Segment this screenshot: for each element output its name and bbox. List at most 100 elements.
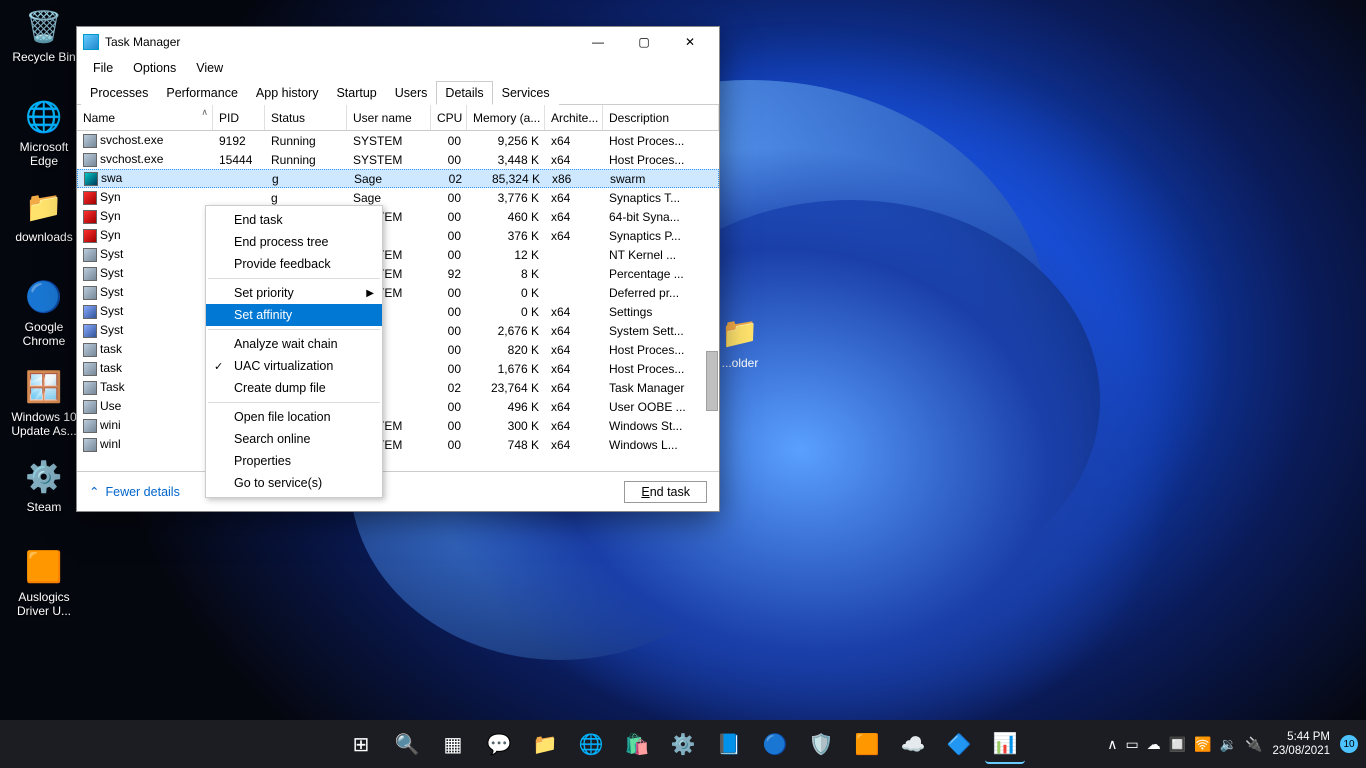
table-row[interactable]: winigSYSTEM00300 Kx64Windows St... <box>77 416 719 435</box>
taskbar-swarm[interactable]: 🔷 <box>939 724 979 764</box>
tray-icon[interactable]: ∧ <box>1107 736 1117 752</box>
taskbar-security[interactable]: 🛡️ <box>801 724 841 764</box>
context-create-dump-file[interactable]: Create dump file <box>206 377 382 399</box>
tab-app-history[interactable]: App history <box>247 81 328 105</box>
process-icon <box>83 400 97 414</box>
tab-performance[interactable]: Performance <box>157 81 247 105</box>
column-header-memorya[interactable]: Memory (a... <box>467 105 545 130</box>
notification-badge[interactable]: 10 <box>1340 735 1358 753</box>
table-row[interactable]: taskgSage001,676 Kx64Host Proces... <box>77 359 719 378</box>
context-go-to-service-s-[interactable]: Go to service(s) <box>206 472 382 494</box>
table-row[interactable]: TaskgSage0223,764 Kx64Task Manager <box>77 378 719 397</box>
taskbar-start[interactable]: ⊞ <box>341 724 381 764</box>
auslogics-icon: 🟧 <box>23 546 65 588</box>
table-row[interactable]: svchost.exe9192RunningSYSTEM009,256 Kx64… <box>77 131 719 150</box>
table-row[interactable]: SystgSYSTEM928 KPercentage ... <box>77 264 719 283</box>
table-row[interactable]: UsegSage00496 Kx64User OOBE ... <box>77 397 719 416</box>
task-manager-window: Task Manager — ▢ ✕ FileOptionsView Proce… <box>76 26 720 512</box>
taskbar-store[interactable]: 🛍️ <box>617 724 657 764</box>
tray-icon[interactable]: ☁ <box>1147 736 1161 752</box>
desktop-icon-chrome[interactable]: 🔵Google Chrome <box>6 276 82 356</box>
end-task-button[interactable]: End task <box>624 481 707 503</box>
taskbar-chrome[interactable]: 🔵 <box>755 724 795 764</box>
minimize-button[interactable]: — <box>575 27 621 57</box>
desktop-icon-downloads[interactable]: 📁downloads <box>6 186 82 266</box>
menu-options[interactable]: Options <box>123 59 186 77</box>
column-header-username[interactable]: User name <box>347 105 431 130</box>
process-icon <box>83 229 97 243</box>
context-provide-feedback[interactable]: Provide feedback <box>206 253 382 275</box>
titlebar[interactable]: Task Manager — ▢ ✕ <box>77 27 719 57</box>
table-row[interactable]: SystgSYSTEM0012 KNT Kernel ... <box>77 245 719 264</box>
table-row[interactable]: SyngSage00376 Kx64Synaptics P... <box>77 226 719 245</box>
context-set-priority[interactable]: Set priority▶ <box>206 282 382 304</box>
desktop-icon-steam[interactable]: ⚙️Steam <box>6 456 82 536</box>
column-header-status[interactable]: Status <box>265 105 347 130</box>
tab-services[interactable]: Services <box>493 81 559 105</box>
tab-startup[interactable]: Startup <box>327 81 385 105</box>
menu-bar: FileOptionsView <box>77 57 719 79</box>
grid-body[interactable]: svchost.exe9192RunningSYSTEM009,256 Kx64… <box>77 131 719 485</box>
taskbar-edge[interactable]: 🌐 <box>571 724 611 764</box>
separator <box>208 402 380 403</box>
tray-icon[interactable]: 🛜 <box>1194 736 1211 752</box>
context-properties[interactable]: Properties <box>206 450 382 472</box>
chevron-up-icon: ⌃ <box>89 484 99 499</box>
table-row[interactable]: SystdedSage000 Kx64Settings <box>77 302 719 321</box>
table-row[interactable]: SyngSYSTEM00460 Kx6464-bit Syna... <box>77 207 719 226</box>
desktop-icon-edge[interactable]: 🌐Microsoft Edge <box>6 96 82 176</box>
menu-file[interactable]: File <box>83 59 123 77</box>
fewer-details-link[interactable]: ⌃ Fewer details <box>89 484 180 499</box>
close-button[interactable]: ✕ <box>667 27 713 57</box>
taskbar-search[interactable]: 🔍 <box>387 724 427 764</box>
tab-users[interactable]: Users <box>386 81 437 105</box>
recycle-bin-icon: 🗑️ <box>23 6 65 48</box>
table-row[interactable]: svchost.exe15444RunningSYSTEM003,448 Kx6… <box>77 150 719 169</box>
context-set-affinity[interactable]: Set affinity <box>206 304 382 326</box>
taskbar-steam[interactable]: ☁️ <box>893 724 933 764</box>
desktop-icon-win10-update[interactable]: 🪟Windows 10 Update As... <box>6 366 82 446</box>
clock-date: 23/08/2021 <box>1272 744 1330 758</box>
desktop-icon-recycle-bin[interactable]: 🗑️Recycle Bin <box>6 6 82 86</box>
column-header-name[interactable]: Name∧ <box>77 105 213 130</box>
table-row[interactable]: taskgSage00820 Kx64Host Proces... <box>77 340 719 359</box>
scrollbar-thumb[interactable] <box>706 351 718 411</box>
context-end-process-tree[interactable]: End process tree <box>206 231 382 253</box>
column-header-archite[interactable]: Archite... <box>545 105 603 130</box>
context-search-online[interactable]: Search online <box>206 428 382 450</box>
column-header-pid[interactable]: PID <box>213 105 265 130</box>
tray-icon[interactable]: ▭ <box>1125 736 1138 752</box>
clock[interactable]: 5:44 PM 23/08/2021 <box>1272 730 1330 758</box>
app-icon <box>83 34 99 50</box>
desktop-icon-auslogics[interactable]: 🟧Auslogics Driver U... <box>6 546 82 626</box>
table-row[interactable]: SyngSage003,776 Kx64Synaptics T... <box>77 188 719 207</box>
taskbar-word[interactable]: 📘 <box>709 724 749 764</box>
context-end-task[interactable]: End task <box>206 209 382 231</box>
system-tray: ∧ ▭ ☁ 🔲 🛜 🔉 🔌 5:44 PM 23/08/2021 10 <box>1099 730 1358 758</box>
tab-processes[interactable]: Processes <box>81 81 157 105</box>
taskbar-settings[interactable]: ⚙️ <box>663 724 703 764</box>
taskbar-auslogics[interactable]: 🟧 <box>847 724 887 764</box>
win10-update-icon: 🪟 <box>23 366 65 408</box>
column-header-description[interactable]: Description <box>603 105 719 130</box>
table-row[interactable]: SystgSYSTEM000 KDeferred pr... <box>77 283 719 302</box>
tab-details[interactable]: Details <box>436 81 492 105</box>
tray-icon[interactable]: 🔉 <box>1220 736 1237 752</box>
tray-icon[interactable]: 🔌 <box>1245 736 1262 752</box>
table-row[interactable]: winlgSYSTEM00748 Kx64Windows L... <box>77 435 719 454</box>
taskbar-taskmgr[interactable]: 📊 <box>985 724 1025 764</box>
taskbar-explorer[interactable]: 📁 <box>525 724 565 764</box>
chrome-icon: 🔵 <box>23 276 65 318</box>
context-analyze-wait-chain[interactable]: Analyze wait chain <box>206 333 382 355</box>
context-open-file-location[interactable]: Open file location <box>206 406 382 428</box>
maximize-button[interactable]: ▢ <box>621 27 667 57</box>
table-row[interactable]: swagSage0285,324 Kx86swarm <box>77 169 719 188</box>
menu-view[interactable]: View <box>186 59 233 77</box>
table-row[interactable]: SystgSage002,676 Kx64System Sett... <box>77 321 719 340</box>
taskbar-chat[interactable]: 💬 <box>479 724 519 764</box>
tray-icon[interactable]: 🔲 <box>1169 736 1186 752</box>
taskbar-task-view[interactable]: ▦ <box>433 724 473 764</box>
window-footer: ⌃ Fewer details End task <box>77 471 719 511</box>
context-uac-virtualization[interactable]: ✓UAC virtualization <box>206 355 382 377</box>
column-header-cpu[interactable]: CPU <box>431 105 467 130</box>
